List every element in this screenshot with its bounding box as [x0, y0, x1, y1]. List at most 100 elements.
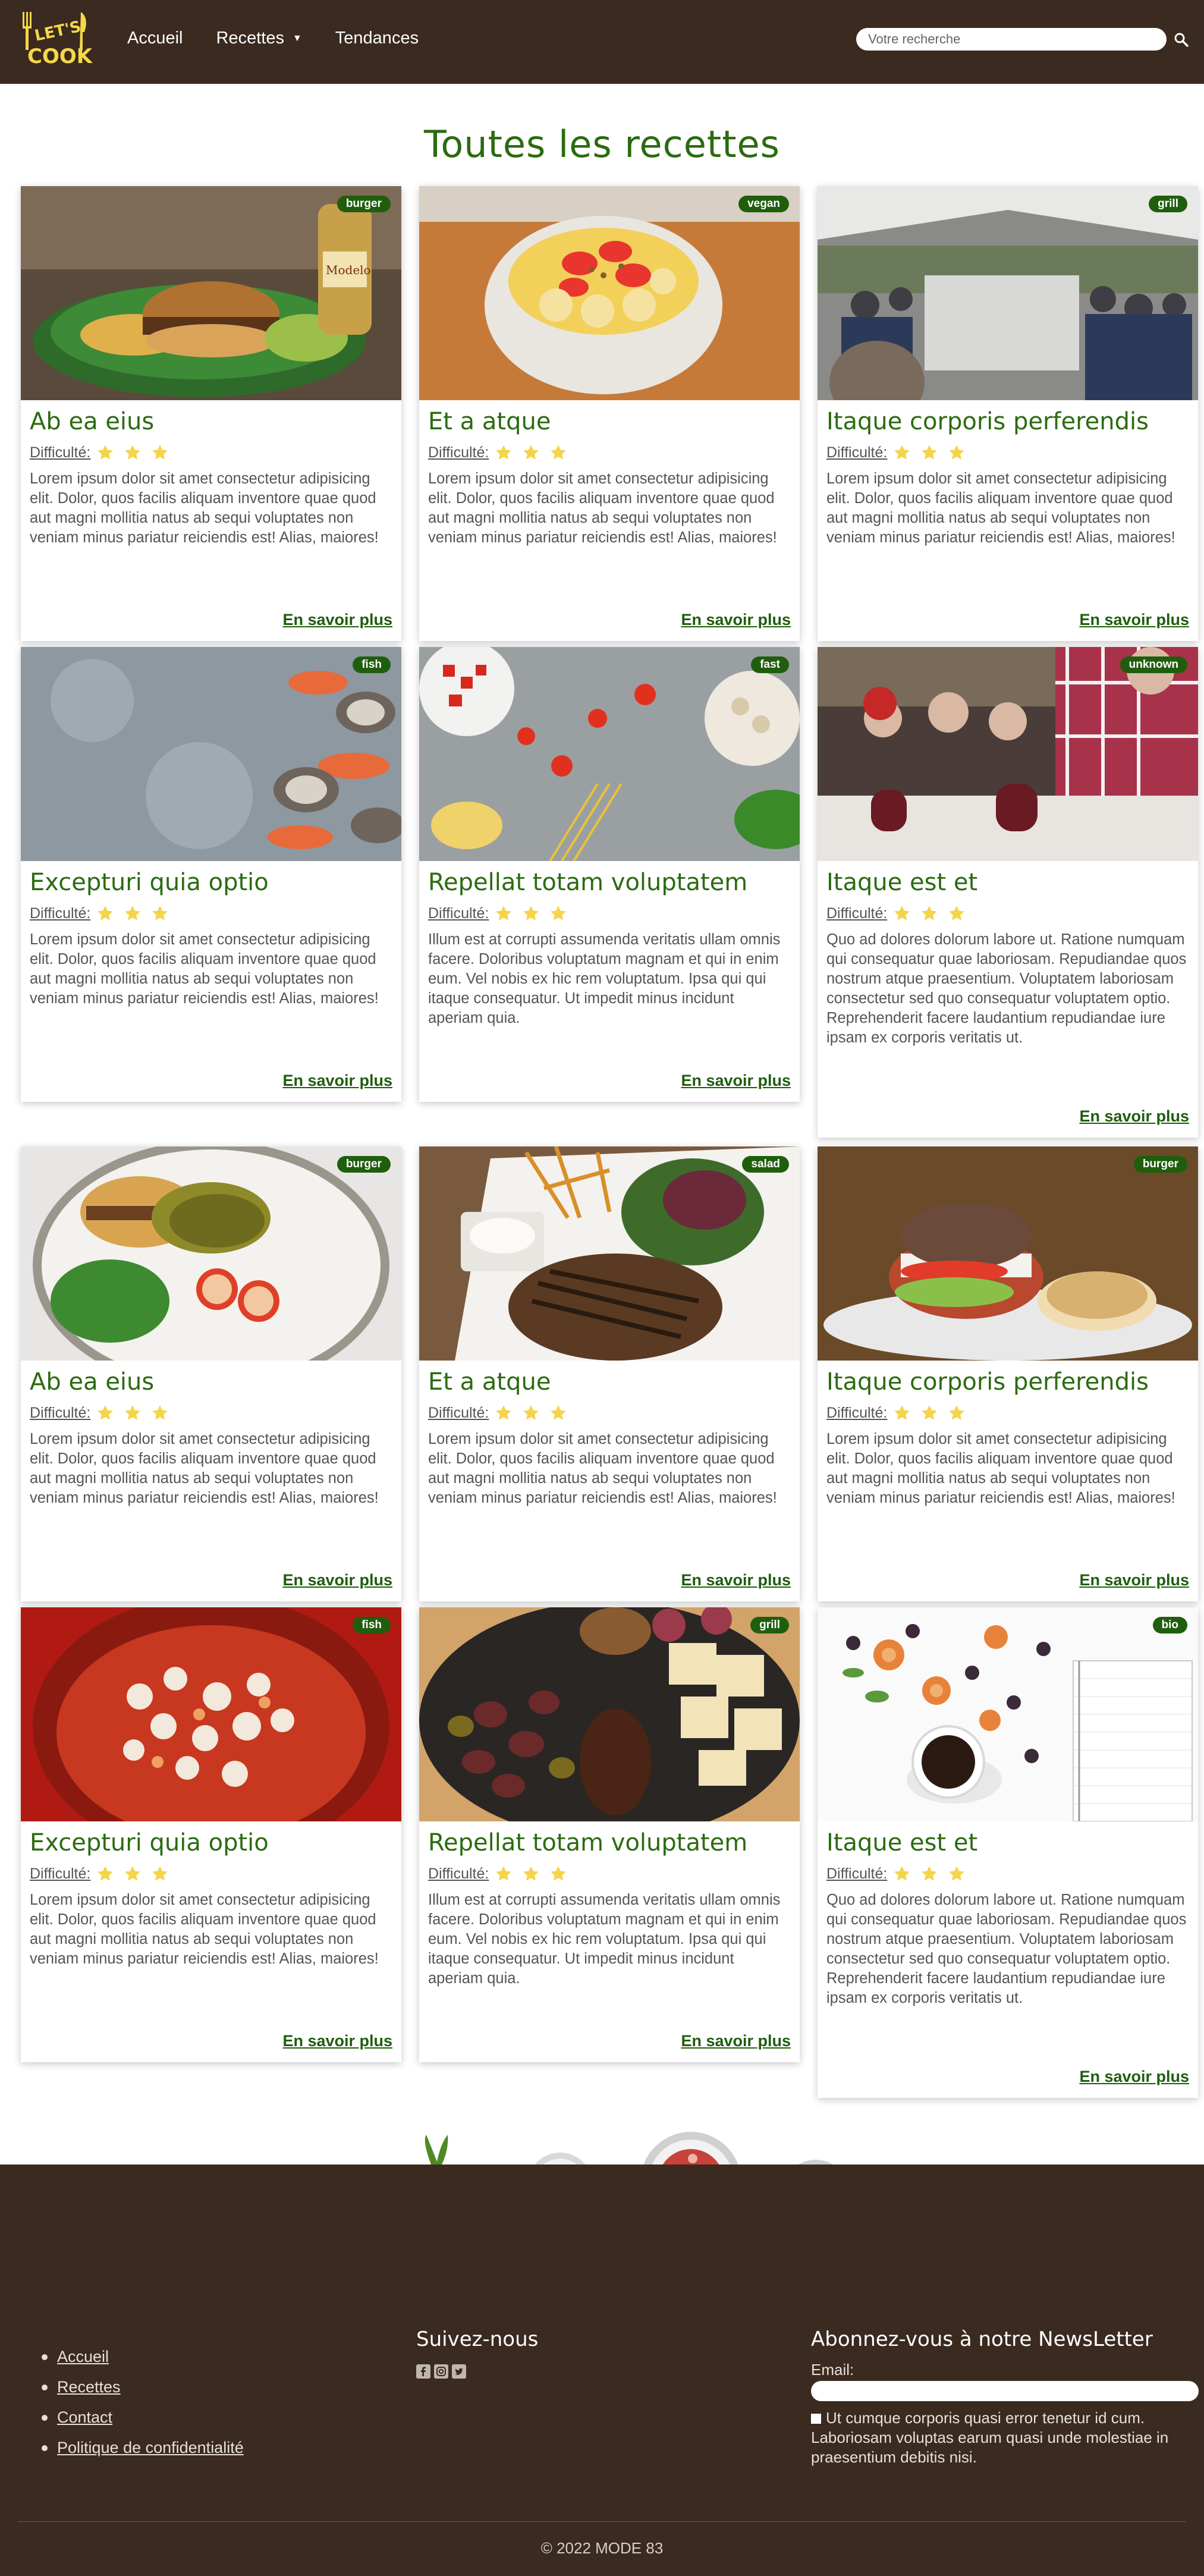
recipe-image[interactable]: grill: [818, 186, 1198, 400]
footer-link-accueil[interactable]: Accueil: [57, 2348, 109, 2366]
star-icon: [894, 1405, 910, 1420]
read-more-link[interactable]: En savoir plus: [826, 1571, 1189, 1589]
nav-item-tendances[interactable]: Tendances: [335, 29, 419, 48]
read-more-link[interactable]: En savoir plus: [30, 2032, 392, 2050]
recipe-card[interactable]: fish Excepturi quia optio Difficulté: Lo…: [21, 1607, 401, 2062]
recipe-image[interactable]: salad: [419, 1146, 800, 1361]
star-icon: [551, 1866, 567, 1881]
recipe-title: Itaque est et: [826, 869, 978, 896]
recipe-image[interactable]: vegan: [419, 186, 800, 400]
footer-link-privacy[interactable]: Politique de confidentialité: [57, 2439, 244, 2457]
nav-label: Accueil: [127, 29, 183, 48]
recipe-card[interactable]: burger Itaque corporis perferendis Diffi…: [818, 1146, 1198, 1601]
difficulty-rating: Difficulté:: [826, 901, 1189, 925]
footer-link-item: Contact: [42, 2408, 244, 2427]
recipe-title: Excepturi quia optio: [30, 869, 269, 896]
recipe-image[interactable]: burger: [818, 1146, 1198, 1361]
recipe-image[interactable]: Modelo burger: [21, 186, 401, 400]
star-icon: [496, 445, 512, 460]
recipe-card[interactable]: salad Et a atque Difficulté: Lorem ipsum…: [419, 1146, 800, 1601]
recipe-image[interactable]: grill: [419, 1607, 800, 1821]
star-icon: [894, 445, 910, 460]
recipe-title: Itaque corporis perferendis: [826, 408, 1149, 435]
nav-item-recettes[interactable]: Recettes ▼: [216, 29, 302, 48]
star-icon: [922, 1866, 938, 1881]
star-icon: [523, 445, 539, 460]
recipe-description: Quo ad dolores dolorum labore ut. Ration…: [826, 931, 1187, 1046]
lets-cook-logo[interactable]: LET'S COOK: [19, 8, 93, 74]
read-more-link[interactable]: En savoir plus: [30, 611, 392, 629]
star-icon: [551, 445, 567, 460]
recipe-card[interactable]: bio Itaque est et Difficulté: Quo ad dol…: [818, 1607, 1198, 2098]
recipe-card[interactable]: fish Excepturi quia optio Difficulté: Lo…: [21, 647, 401, 1102]
card-body: Itaque corporis perferendis Difficulté: …: [818, 1361, 1198, 1601]
star-icon: [894, 906, 910, 921]
read-more-link[interactable]: En savoir plus: [826, 2068, 1189, 2086]
difficulty-label: Difficulté:: [30, 1865, 91, 1882]
footer-link-contact[interactable]: Contact: [57, 2408, 112, 2427]
email-label: Email:: [811, 2361, 854, 2379]
recipe-card[interactable]: fast Repellat totam voluptatem Difficult…: [419, 647, 800, 1102]
category-badge: grill: [750, 1617, 789, 1633]
twitter-icon[interactable]: [452, 2364, 466, 2379]
footer-link-item: Accueil: [42, 2348, 244, 2366]
read-more-link[interactable]: En savoir plus: [826, 611, 1189, 629]
read-more-link[interactable]: En savoir plus: [30, 1571, 392, 1589]
recipe-image[interactable]: fish: [21, 647, 401, 861]
star-icon: [152, 1866, 168, 1881]
star-icon: [98, 1405, 114, 1420]
recipe-description: Lorem ipsum dolor sit amet consectetur a…: [30, 931, 379, 1007]
nav-item-accueil[interactable]: Accueil: [127, 29, 183, 48]
recipe-card[interactable]: vegan Et a atque Difficulté: Lorem ipsum…: [419, 186, 800, 641]
read-more-link[interactable]: En savoir plus: [428, 1571, 791, 1589]
follow-title: Suivez-nous: [416, 2327, 539, 2351]
read-more-link[interactable]: En savoir plus: [428, 611, 791, 629]
recipe-title: Itaque est et: [826, 1829, 978, 1856]
recipe-card[interactable]: unknown Itaque est et Difficulté: Quo ad…: [818, 647, 1198, 1138]
star-icon: [125, 1405, 141, 1420]
svg-text:Modelo: Modelo: [326, 263, 371, 277]
consent-checkbox[interactable]: [811, 2414, 821, 2424]
instagram-icon[interactable]: [434, 2364, 448, 2379]
newsletter-email-input[interactable]: [811, 2381, 1199, 2401]
difficulty-rating: Difficulté:: [428, 1862, 791, 1886]
read-more-link[interactable]: En savoir plus: [30, 1072, 392, 1090]
difficulty-rating: Difficulté:: [30, 1862, 392, 1886]
recipe-image[interactable]: fast: [419, 647, 800, 861]
recipe-description: Quo ad dolores dolorum labore ut. Ration…: [826, 1892, 1187, 2006]
card-body: Excepturi quia optio Difficulté: Lorem i…: [21, 861, 401, 1102]
facebook-icon[interactable]: [416, 2364, 430, 2379]
footer-link-recettes[interactable]: Recettes: [57, 2378, 121, 2396]
star-icon: [496, 906, 512, 921]
star-icon: [496, 1866, 512, 1881]
read-more-link[interactable]: En savoir plus: [826, 1107, 1189, 1126]
star-icon: [98, 445, 114, 460]
difficulty-rating: Difficulté:: [826, 1862, 1189, 1886]
main-nav: Accueil Recettes ▼ Tendances: [127, 29, 452, 48]
recipe-title: Repellat totam voluptatem: [428, 869, 748, 896]
recipe-card[interactable]: Modelo burger Ab ea eius Difficulté: Lor…: [21, 186, 401, 641]
recipe-image[interactable]: unknown: [818, 647, 1198, 861]
category-badge: fast: [751, 656, 789, 673]
read-more-link[interactable]: En savoir plus: [428, 1072, 791, 1090]
footer-divider: [18, 2521, 1186, 2522]
card-body: Et a atque Difficulté: Lorem ipsum dolor…: [419, 1361, 800, 1601]
recipe-image[interactable]: fish: [21, 1607, 401, 1821]
recipe-card[interactable]: burger Ab ea eius Difficulté: Lorem ipsu…: [21, 1146, 401, 1601]
recipe-description: Lorem ipsum dolor sit amet consectetur a…: [30, 1892, 379, 1967]
search-icon[interactable]: [1172, 31, 1190, 49]
difficulty-rating: Difficulté:: [428, 1401, 791, 1425]
recipe-image[interactable]: burger: [21, 1146, 401, 1361]
recipe-card[interactable]: grill Repellat totam voluptatem Difficul…: [419, 1607, 800, 2062]
category-badge: burger: [337, 1156, 391, 1173]
card-body: Ab ea eius Difficulté: Lorem ipsum dolor…: [21, 400, 401, 641]
star-icon: [949, 906, 965, 921]
recipe-description: Lorem ipsum dolor sit amet consectetur a…: [30, 470, 379, 546]
read-more-link[interactable]: En savoir plus: [428, 2032, 791, 2050]
difficulty-label: Difficulté:: [826, 444, 888, 461]
category-badge: fish: [353, 656, 391, 673]
nav-label: Recettes: [216, 29, 284, 48]
search-input[interactable]: [856, 28, 1167, 51]
recipe-card[interactable]: grill Itaque corporis perferendis Diffic…: [818, 186, 1198, 641]
recipe-image[interactable]: bio: [818, 1607, 1198, 1821]
